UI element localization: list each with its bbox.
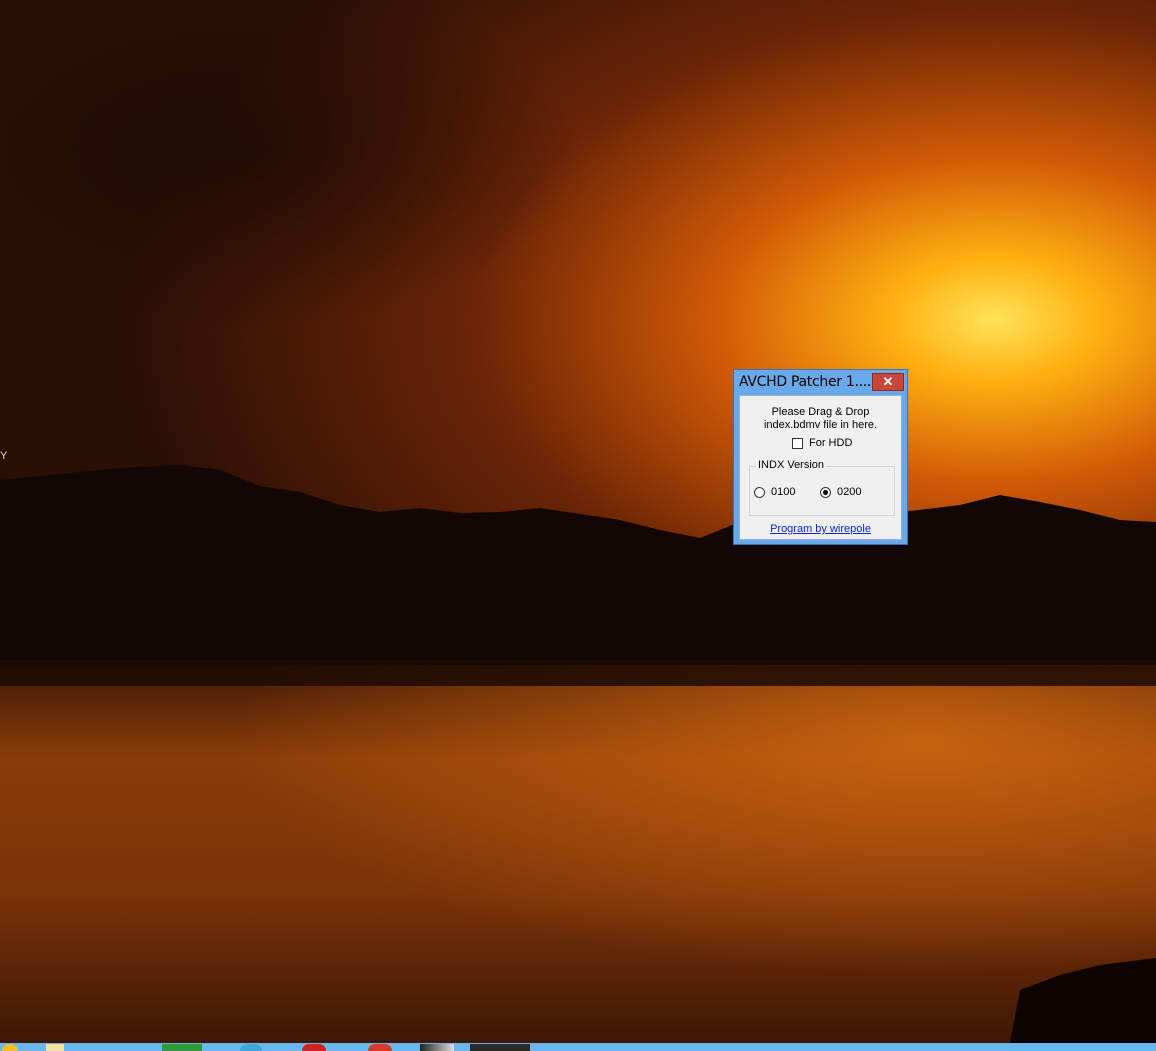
program-credit-link[interactable]: Program by wirepole: [740, 523, 901, 535]
file-explorer-icon[interactable]: [46, 1044, 64, 1051]
radio-option-0200[interactable]: 0200: [820, 485, 861, 499]
drop-instruction: Please Drag & Drop index.bdmv file in he…: [740, 406, 901, 432]
browser-icon[interactable]: [240, 1044, 262, 1051]
running-app-icon[interactable]: [470, 1044, 530, 1051]
opera-icon[interactable]: [302, 1044, 326, 1051]
window-title: AVCHD Patcher 1....: [739, 374, 872, 390]
desktop: Y: [0, 0, 1156, 1051]
radio-0100-label[interactable]: 0100: [771, 486, 795, 498]
chrome-icon[interactable]: [368, 1044, 392, 1051]
radio-0100[interactable]: [754, 486, 765, 498]
for-hdd-label[interactable]: For HDD: [809, 437, 852, 449]
desktop-icon-label-fragment: Y: [0, 450, 8, 462]
wallpaper-image: [0, 0, 1156, 1051]
close-icon: ✕: [882, 374, 894, 389]
radio-0200[interactable]: [820, 486, 831, 498]
instruction-line-2: index.bdmv file in here.: [763, 419, 878, 431]
window-client-area[interactable]: Please Drag & Drop index.bdmv file in he…: [739, 395, 902, 540]
radio-option-0100[interactable]: 0100: [754, 485, 795, 499]
instruction-line-1: Please Drag & Drop: [771, 406, 870, 418]
image-app-icon[interactable]: [420, 1044, 454, 1051]
radio-0200-label[interactable]: 0200: [837, 486, 861, 498]
group-label: INDX Version: [756, 459, 827, 471]
avchd-patcher-window[interactable]: AVCHD Patcher 1.... ✕ Please Drag & Drop…: [733, 369, 908, 545]
start-button-icon[interactable]: [2, 1044, 18, 1051]
for-hdd-option[interactable]: For HDD: [792, 436, 852, 450]
indx-version-group: INDX Version 0100 0200: [749, 459, 895, 516]
taskbar[interactable]: [0, 1043, 1156, 1051]
window-titlebar[interactable]: AVCHD Patcher 1.... ✕: [734, 370, 907, 395]
close-button[interactable]: ✕: [872, 373, 904, 391]
active-app-icon[interactable]: [162, 1044, 202, 1051]
for-hdd-checkbox[interactable]: [792, 437, 803, 449]
